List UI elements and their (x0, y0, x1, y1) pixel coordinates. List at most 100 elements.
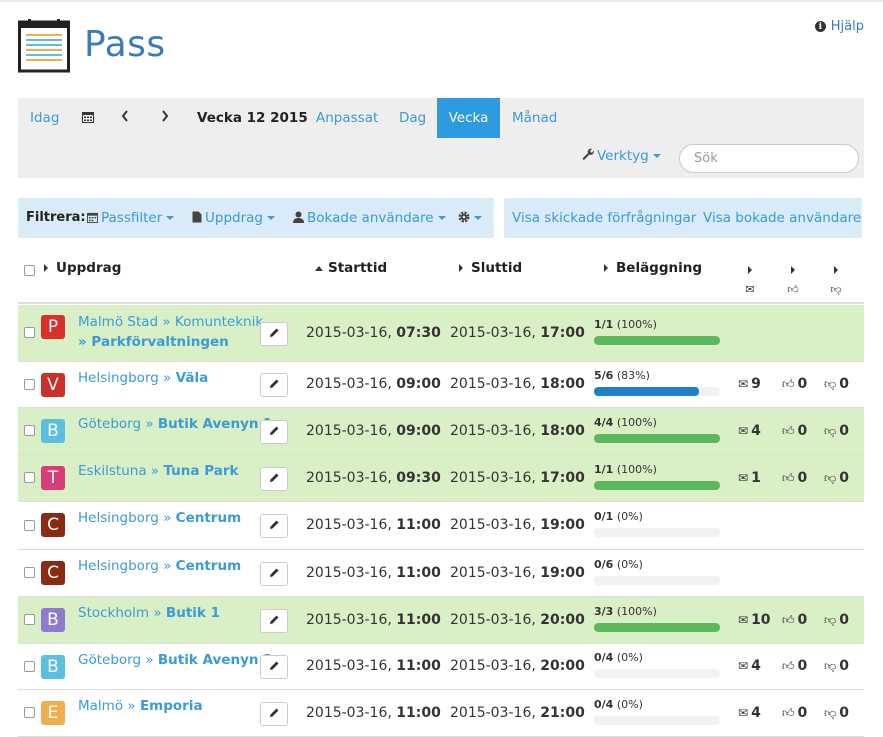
table-row[interactable]: C Helsingborg » Centrum 2015-03-16, 11:00 2… (18, 550, 864, 597)
assignment-link[interactable]: Helsingborg » Väla (78, 368, 208, 388)
end-time: 2015-03-16, 17:00 (450, 470, 585, 486)
start-date: 2015-03-16, (306, 324, 397, 341)
table-row[interactable]: B Göteborg » Butik Avenyn 2 2015-03-16, 11… (18, 644, 864, 690)
assignment-link[interactable]: Helsingborg » Centrum (78, 556, 241, 576)
row-checkbox[interactable] (24, 378, 35, 390)
row-checkbox[interactable] (24, 614, 35, 625)
pencil-icon (270, 708, 279, 717)
edit-button[interactable] (260, 419, 288, 444)
calendar-picker-button[interactable] (82, 98, 94, 138)
table-row[interactable]: V Helsingborg » Väla 2015-03-16, 09:00 2015… (18, 362, 864, 408)
edit-button[interactable] (260, 373, 288, 397)
prev-week-button[interactable] (121, 98, 129, 138)
end-date: 2015-03-16, (450, 469, 541, 486)
table-row[interactable]: T Eskilstuna » Tuna Park 2015-03-16, 09:30… (18, 455, 864, 502)
week-view-button[interactable]: Vecka (437, 98, 500, 138)
edit-button[interactable] (260, 701, 288, 726)
end-date: 2015-03-16, (450, 564, 541, 581)
likes-count-value: 0 (797, 611, 808, 628)
calendar-icon (82, 112, 94, 123)
row-checkbox[interactable] (24, 425, 35, 436)
occupancy-bar (594, 622, 720, 632)
end-date: 2015-03-16, (450, 658, 541, 674)
thumbs-down-icon: 👎︎ (824, 612, 837, 627)
envelope-icon: ✉ (738, 612, 749, 627)
assignment-link[interactable]: Göteborg » Butik Avenyn 1 (78, 414, 273, 434)
assignment-badge: V (41, 373, 65, 397)
badge-letter: T (47, 468, 59, 488)
edit-button[interactable] (260, 561, 288, 586)
edit-button[interactable] (260, 608, 288, 633)
column-likes[interactable]: 👍︎ (786, 262, 800, 296)
info-icon: i (814, 21, 826, 32)
thumbs-down-icon: 👎︎ (824, 423, 837, 438)
column-assignment[interactable]: Uppdrag (44, 260, 121, 276)
table-row[interactable]: E Malmö » Emporia 2015-03-16, 11:00 2015-03… (18, 690, 864, 737)
passfilter-dropdown[interactable]: Passfilter (87, 198, 175, 238)
assignment-link[interactable]: Helsingborg » Centrum (78, 508, 241, 528)
search-input[interactable] (679, 144, 859, 173)
row-checkbox[interactable] (24, 472, 35, 483)
list-calendar-icon (18, 19, 70, 73)
badge-letter: P (47, 317, 59, 337)
table-row[interactable]: C Helsingborg » Centrum 2015-03-16, 11:00 2… (18, 502, 864, 550)
table-row[interactable]: B Stockholm » Butik 1 2015-03-16, 11:00 201… (18, 597, 864, 644)
edit-button[interactable] (260, 514, 288, 538)
thumbs-down-icon: 👎︎ (830, 283, 842, 296)
column-occupancy[interactable]: Beläggning (604, 260, 702, 276)
column-mail[interactable]: ✉ (743, 262, 757, 296)
assignment-badge: C (41, 513, 65, 537)
thumbs-up-icon: 👍︎ (782, 423, 795, 438)
row-checkbox[interactable] (24, 519, 35, 531)
mail-count-value: 10 (751, 611, 771, 628)
row-checkbox[interactable] (24, 707, 35, 718)
show-requests-link[interactable]: Visa skickade förfrågningar (512, 198, 696, 238)
column-start[interactable]: Starttid (315, 260, 387, 276)
select-all-checkbox[interactable] (24, 265, 35, 276)
table-row[interactable]: P Malmö Stad » Komunteknik » Parkförvaltni… (18, 305, 864, 362)
dislikes-count-value: 0 (839, 704, 849, 721)
booked-users-dropdown[interactable]: Bokade användare (293, 198, 446, 238)
assignment-sub: Centrum (175, 510, 242, 526)
end-time: 2015-03-16, 18:00 (450, 376, 585, 392)
help-link[interactable]: i Hjälp (814, 19, 864, 34)
month-view-button[interactable]: Månad (512, 98, 557, 138)
occupancy-label: 0/4 (0%) (594, 651, 643, 664)
tools-label: Verktyg (597, 148, 649, 164)
next-week-button[interactable] (161, 98, 169, 138)
assignment-link[interactable]: Eskilstuna » Tuna Park (78, 461, 238, 481)
occupancy-label: 0/4 (0%) (594, 698, 643, 711)
mail-count: ✉ 1 (738, 470, 761, 486)
settings-dropdown[interactable] (458, 198, 482, 238)
mail-count: ✉ 4 (738, 658, 761, 674)
row-checkbox[interactable] (24, 327, 35, 338)
row-checkbox[interactable] (24, 567, 35, 578)
likes-count: 👍︎ 0 (782, 658, 807, 674)
booked-users-label: Bokade användare (307, 210, 434, 226)
show-booked-link[interactable]: Visa bokade användare (703, 198, 861, 238)
assignment-link[interactable]: Malmö » Emporia (78, 696, 203, 716)
thumbs-up-icon: 👍︎ (782, 470, 795, 485)
day-view-button[interactable]: Dag (399, 98, 426, 138)
edit-button[interactable] (260, 466, 288, 491)
uppdrag-dropdown[interactable]: Uppdrag (192, 198, 275, 238)
row-checkbox[interactable] (24, 660, 35, 672)
assignment-link[interactable]: Malmö Stad » Komunteknik » Parkförvaltnin… (78, 312, 263, 352)
column-dislikes[interactable]: 👎︎ (829, 262, 843, 296)
thumbs-down-icon: 👎︎ (824, 470, 837, 485)
assignment-badge: T (41, 466, 65, 490)
custom-view-button[interactable]: Anpassat (316, 98, 378, 138)
mail-count-value: 4 (751, 704, 761, 721)
tools-dropdown[interactable]: Verktyg (582, 148, 661, 164)
table-row[interactable]: B Göteborg » Butik Avenyn 1 2015-03-16, 09… (18, 408, 864, 455)
column-end[interactable]: Sluttid (459, 260, 522, 276)
column-end-label: Sluttid (471, 260, 523, 276)
today-button[interactable]: Idag (30, 98, 59, 138)
assignment-link[interactable]: Stockholm » Butik 1 (78, 603, 220, 623)
edit-button[interactable] (260, 655, 288, 679)
start-clock: 11:00 (396, 704, 441, 721)
occupancy-bar (594, 433, 720, 443)
assignment-link[interactable]: Göteborg » Butik Avenyn 2 (78, 650, 273, 670)
thumbs-up-icon: 👍︎ (782, 612, 795, 627)
edit-button[interactable] (260, 321, 288, 346)
